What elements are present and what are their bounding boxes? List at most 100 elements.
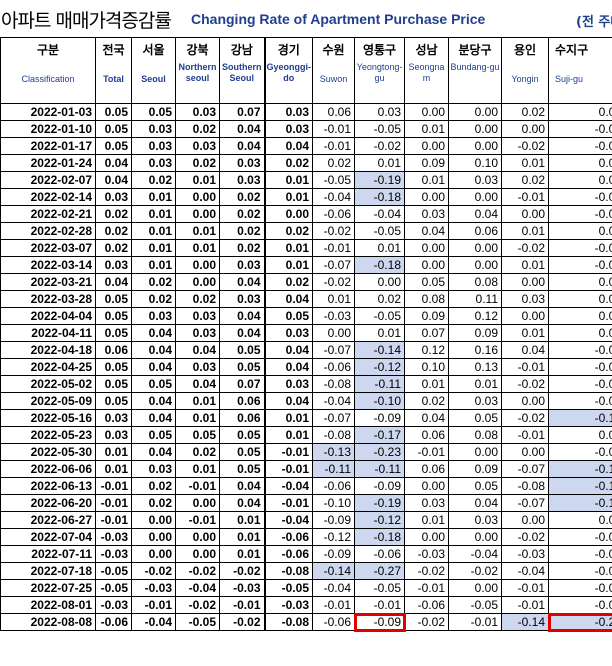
- value-cell-yeongtong: -0.18: [354, 188, 405, 206]
- table-row: 2022-05-09 0.05 0.04 0.01 0.06 0.04 -0.04 -0.10…: [0, 392, 612, 410]
- value-cell-suji: 0.00: [548, 511, 612, 529]
- value-cell-seoul: -0.04: [131, 613, 176, 631]
- table-row: 2022-03-07 0.02 0.01 0.01 0.02 0.01 -0.01 0.01 0…: [0, 239, 612, 257]
- col-header-total: 전국 Total: [95, 37, 132, 104]
- value-cell-gyeonggi: 0.01: [263, 188, 313, 206]
- value-cell-gyeonggi: 0.01: [263, 409, 313, 427]
- value-cell-gyeonggi: 0.00: [263, 205, 313, 223]
- value-cell-bundang: 0.00: [448, 443, 502, 461]
- col-header-seoul: 서울 Seoul: [131, 37, 176, 104]
- value-cell-northern-seoul: -0.02: [175, 562, 220, 580]
- value-cell-seongnam: 0.06: [404, 460, 449, 478]
- value-cell-bundang: -0.02: [448, 562, 502, 580]
- value-cell-total: -0.03: [95, 596, 132, 614]
- value-cell-seongnam: 0.00: [404, 256, 449, 274]
- value-cell-northern-seoul: 0.00: [175, 256, 220, 274]
- value-cell-suji: -0.04: [548, 239, 612, 257]
- value-cell-seongnam: 0.04: [404, 222, 449, 240]
- value-cell-total: 0.02: [95, 205, 132, 223]
- value-cell-seoul: 0.04: [131, 324, 176, 342]
- date-cell: 2022-03-14: [0, 256, 96, 274]
- value-cell-yongin: -0.08: [501, 477, 549, 495]
- value-cell-southern-seoul: 0.07: [219, 103, 265, 121]
- value-cell-seoul: 0.03: [131, 120, 176, 138]
- value-cell-suwon: -0.11: [312, 460, 355, 478]
- value-cell-bundang: 0.16: [448, 341, 502, 359]
- value-cell-total: -0.01: [95, 494, 132, 512]
- value-cell-northern-seoul: 0.02: [175, 443, 220, 461]
- value-cell-seoul: 0.02: [131, 494, 176, 512]
- date-cell: 2022-02-14: [0, 188, 96, 206]
- value-cell-gyeonggi: 0.02: [263, 273, 313, 291]
- value-cell-bundang: 0.00: [448, 120, 502, 138]
- value-cell-seongnam: -0.01: [404, 579, 449, 597]
- value-cell-southern-seoul: -0.03: [219, 579, 265, 597]
- value-cell-seongnam: 0.00: [404, 188, 449, 206]
- value-cell-gyeonggi: 0.03: [263, 324, 313, 342]
- value-cell-seongnam: 0.10: [404, 358, 449, 376]
- value-cell-yeongtong: -0.05: [354, 222, 405, 240]
- value-cell-gyeonggi: 0.04: [263, 290, 313, 308]
- value-cell-seongnam: 0.09: [404, 307, 449, 325]
- value-cell-northern-seoul: 0.00: [175, 528, 220, 546]
- value-cell-bundang: 0.12: [448, 307, 502, 325]
- value-cell-bundang: 0.01: [448, 375, 502, 393]
- table-row: 2022-06-20 -0.01 0.02 0.00 0.04 -0.01 -0.10 -0.…: [0, 494, 612, 512]
- value-cell-seoul: -0.02: [131, 562, 176, 580]
- value-cell-northern-seoul: 0.01: [175, 460, 220, 478]
- value-cell-bundang: 0.10: [448, 154, 502, 172]
- value-cell-seoul: 0.01: [131, 205, 176, 223]
- value-cell-yeongtong: -0.02: [354, 137, 405, 155]
- value-cell-suji: 0.06: [548, 103, 612, 121]
- value-cell-yeongtong: -0.14: [354, 341, 405, 359]
- value-cell-bundang: 0.00: [448, 528, 502, 546]
- value-cell-bundang: 0.05: [448, 477, 502, 495]
- value-cell-yongin: -0.02: [501, 375, 549, 393]
- value-cell-seongnam: 0.03: [404, 205, 449, 223]
- value-cell-yeongtong: -0.11: [354, 375, 405, 393]
- value-cell-northern-seoul: 0.03: [175, 103, 220, 121]
- value-cell-yeongtong: -0.23: [354, 443, 405, 461]
- value-cell-southern-seoul: 0.06: [219, 392, 265, 410]
- value-cell-yeongtong: -0.19: [354, 494, 405, 512]
- value-cell-yeongtong: -0.19: [354, 171, 405, 189]
- value-cell-yongin: -0.04: [501, 562, 549, 580]
- value-cell-yongin: -0.14: [501, 613, 549, 631]
- table-header-row: 구분 Classification 전국 Total 서울 Seoul 강북 North…: [0, 37, 612, 104]
- value-cell-northern-seoul: 0.00: [175, 273, 220, 291]
- value-cell-bundang: 0.09: [448, 460, 502, 478]
- value-cell-total: 0.02: [95, 222, 132, 240]
- value-cell-seongnam: 0.00: [404, 137, 449, 155]
- value-cell-suji: -0.14: [548, 494, 612, 512]
- value-cell-seoul: 0.01: [131, 239, 176, 257]
- date-cell: 2022-03-28: [0, 290, 96, 308]
- table-row: 2022-03-21 0.04 0.02 0.00 0.04 0.02 -0.02 0.00 0…: [0, 273, 612, 291]
- value-cell-yeongtong: -0.09: [353, 612, 406, 632]
- value-cell-suwon: -0.06: [312, 205, 355, 223]
- value-cell-southern-seoul: 0.02: [219, 205, 265, 223]
- table-row: 2022-05-23 0.03 0.05 0.05 0.05 0.01 -0.08 -0.17…: [0, 426, 612, 444]
- value-cell-gyeonggi: 0.01: [263, 256, 313, 274]
- value-cell-seongnam: 0.00: [404, 528, 449, 546]
- value-cell-total: 0.04: [95, 171, 132, 189]
- value-cell-bundang: 0.00: [448, 137, 502, 155]
- value-cell-northern-seoul: -0.01: [175, 477, 220, 495]
- value-cell-suwon: -0.07: [312, 409, 355, 427]
- value-cell-southern-seoul: 0.01: [219, 545, 265, 563]
- value-cell-yeongtong: -0.05: [354, 579, 405, 597]
- value-cell-bundang: 0.04: [448, 205, 502, 223]
- value-cell-northern-seoul: 0.02: [175, 120, 220, 138]
- value-cell-suwon: -0.04: [312, 579, 355, 597]
- value-cell-yongin: -0.01: [501, 579, 549, 597]
- value-cell-southern-seoul: 0.04: [219, 494, 265, 512]
- value-cell-bundang: 0.03: [448, 392, 502, 410]
- value-cell-seoul: 0.03: [131, 137, 176, 155]
- date-cell: 2022-06-20: [0, 494, 96, 512]
- value-cell-seoul: 0.01: [131, 256, 176, 274]
- value-cell-suwon: -0.02: [312, 273, 355, 291]
- value-cell-seongnam: 0.07: [404, 324, 449, 342]
- value-cell-seoul: 0.02: [131, 171, 176, 189]
- table-body: 2022-01-03 0.05 0.05 0.03 0.07 0.03 0.06 0.03 0.…: [0, 103, 612, 632]
- value-cell-suwon: -0.14: [312, 562, 355, 580]
- value-cell-total: 0.03: [95, 426, 132, 444]
